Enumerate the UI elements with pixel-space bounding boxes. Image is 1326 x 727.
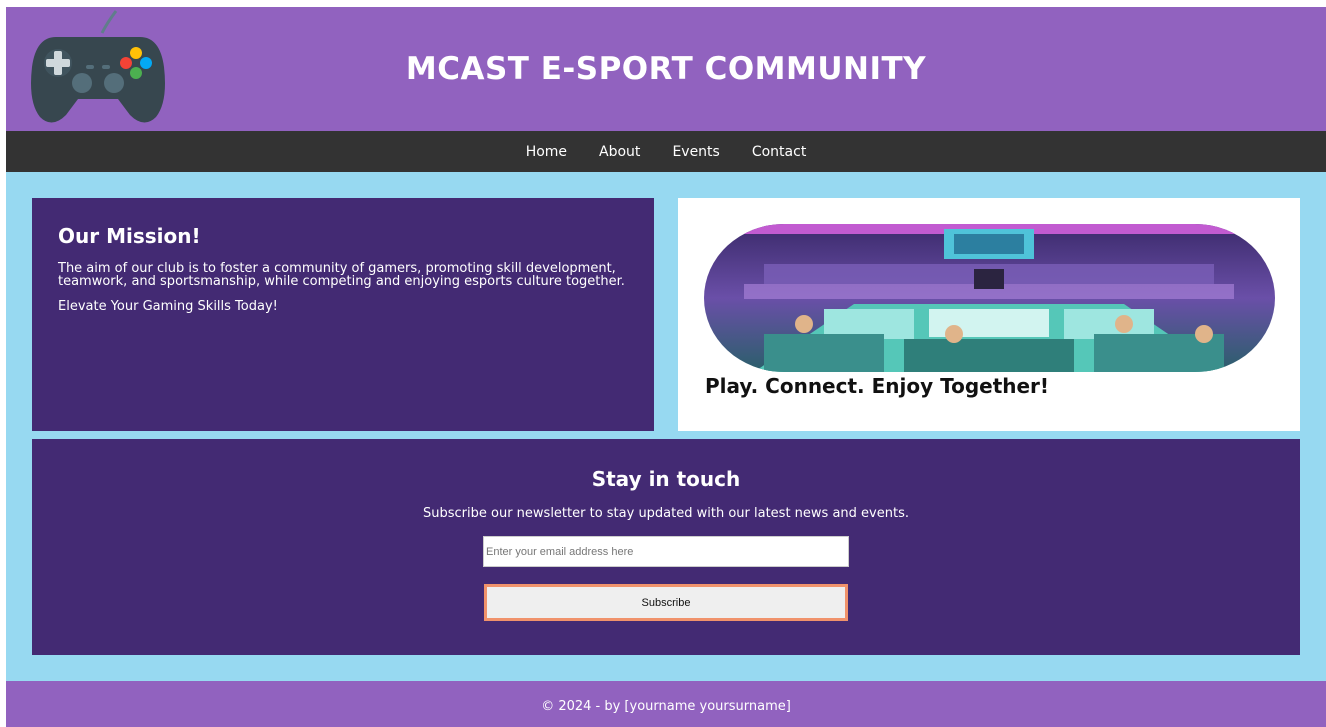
- page: MCAST E-SPORT COMMUNITY Home About Event…: [6, 7, 1326, 727]
- mission-section: Our Mission! The aim of our club is to f…: [32, 198, 654, 431]
- newsletter-section: Stay in touch Subscribe our newsletter t…: [32, 439, 1300, 655]
- image-card: Play. Connect. Enjoy Together!: [678, 198, 1300, 431]
- mission-text: The aim of our club is to foster a commu…: [58, 261, 625, 289]
- nav-link-contact[interactable]: Contact: [736, 144, 822, 160]
- nav-link-about[interactable]: About: [583, 144, 656, 160]
- esports-arena-image: [704, 224, 1275, 372]
- footer-text: © 2024 - by [yourname yoursurname]: [541, 699, 791, 714]
- site-title: MCAST E-SPORT COMMUNITY: [405, 51, 927, 87]
- main-nav: Home About Events Contact: [6, 131, 1326, 172]
- email-input[interactable]: [483, 536, 849, 567]
- site-header: MCAST E-SPORT COMMUNITY: [6, 7, 1326, 131]
- nav-list: Home About Events Contact: [6, 131, 1326, 172]
- site-footer: © 2024 - by [yourname yoursurname]: [6, 681, 1326, 727]
- image-caption: Play. Connect. Enjoy Together!: [705, 374, 1050, 398]
- mission-tagline: Elevate Your Gaming Skills Today!: [58, 299, 278, 314]
- newsletter-heading: Stay in touch: [591, 467, 741, 491]
- subscribe-button[interactable]: Subscribe: [484, 584, 848, 621]
- nav-link-events[interactable]: Events: [656, 144, 735, 160]
- newsletter-text: Subscribe our newsletter to stay updated…: [423, 506, 909, 521]
- nav-link-home[interactable]: Home: [510, 144, 583, 160]
- mission-heading: Our Mission!: [58, 224, 201, 248]
